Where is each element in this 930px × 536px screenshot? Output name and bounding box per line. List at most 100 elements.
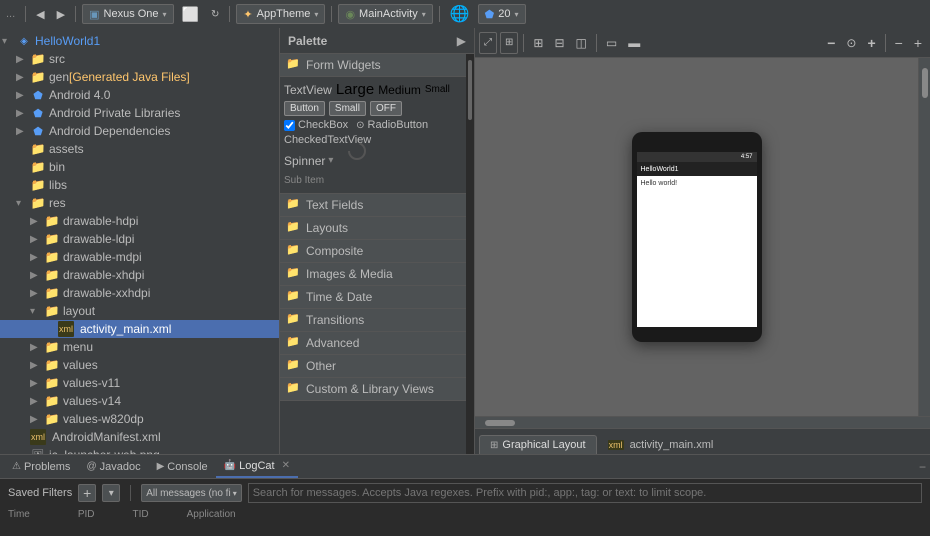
tab-logcat[interactable]: 🤖 LogCat ✕ <box>216 455 298 478</box>
fw-spinner-widget[interactable]: Spinner ▾ <box>284 154 333 168</box>
tree-item-gen[interactable]: ▶ 📁 gen [Generated Java Files] <box>0 68 279 86</box>
rotate-btn[interactable]: ↻ <box>207 3 223 25</box>
tree-item-private-libs[interactable]: ▶ ⬟ Android Private Libraries <box>0 104 279 122</box>
tab-activity-main-xml[interactable]: xml activity_main.xml <box>597 435 725 454</box>
palette-section-transitions[interactable]: 📁 Transitions <box>280 309 466 332</box>
zoom-out-btn[interactable]: − <box>823 32 839 54</box>
activity-xml-icon: xml <box>608 440 624 450</box>
design-canvas[interactable]: 4:57 HelloWorld1 Hello world! <box>475 58 918 416</box>
logcat-search-input[interactable] <box>248 483 922 503</box>
theme-dropdown[interactable]: ✦ AppTheme ▾ <box>236 4 325 24</box>
tree-item-activity-main[interactable]: ▶ xml activity_main.xml <box>0 320 279 338</box>
tree-item-values-w820dp[interactable]: ▶ 📁 values-w820dp <box>0 410 279 428</box>
palette-content: 📁 Form Widgets TextView Large Medium Sma… <box>280 54 466 454</box>
design-vscrollbar[interactable] <box>918 58 930 416</box>
tree-item-manifest[interactable]: ▶ xml AndroidManifest.xml <box>0 428 279 446</box>
palette-section-form-widgets[interactable]: 📁 Form Widgets <box>280 54 466 77</box>
language-btn[interactable]: 🌐 <box>446 3 474 25</box>
add-filter-btn[interactable]: + <box>78 484 96 502</box>
tab-graphical-layout[interactable]: ⊞ Graphical Layout <box>479 435 597 454</box>
tree-item-values-v11[interactable]: ▶ 📁 values-v11 <box>0 374 279 392</box>
res-arrow: ▾ <box>16 198 30 209</box>
android-deps-arrow: ▶ <box>16 126 30 137</box>
zoom-in-btn[interactable]: + <box>863 32 879 54</box>
tree-item-layout[interactable]: ▾ 📁 layout <box>0 302 279 320</box>
fw-off-toggle[interactable]: OFF <box>370 101 402 116</box>
tree-item-menu[interactable]: ▶ 📁 menu <box>0 338 279 356</box>
tree-item-assets[interactable]: ▶ 📁 assets <box>0 140 279 158</box>
palette-section-advanced[interactable]: 📁 Advanced <box>280 332 466 355</box>
palette-section-layouts[interactable]: 📁 Layouts <box>280 217 466 240</box>
design-sep3 <box>885 34 886 52</box>
tree-item-res[interactable]: ▾ 📁 res <box>0 194 279 212</box>
interactions-btn[interactable]: ◫ <box>572 32 591 54</box>
api-dropdown[interactable]: ⬟ 20 ▾ <box>478 4 526 24</box>
android-icon: ⬟ <box>485 8 495 21</box>
design-toolbar: ⤢ ⊞ ⊞ ⊟ ◫ ▭ ▬ − ⊙ + − + <box>475 28 930 58</box>
src-folder-icon: 📁 <box>30 51 46 67</box>
fw-button-widget[interactable]: Button <box>284 101 325 116</box>
screen-icon-btn[interactable]: ⬜ <box>178 3 203 25</box>
zoom-in2-btn[interactable]: + <box>910 32 926 54</box>
palette-title: Palette <box>288 34 327 48</box>
activity-dropdown[interactable]: ◉ MainActivity ▾ <box>338 4 432 24</box>
fw-small-btn-widget[interactable]: Small <box>329 101 366 116</box>
tree-item-values-v14[interactable]: ▶ 📁 values-v14 <box>0 392 279 410</box>
palette-section-composite[interactable]: 📁 Composite <box>280 240 466 263</box>
palette-collapse-btn[interactable]: ▶ <box>457 34 466 48</box>
zoom-out2-btn[interactable]: − <box>891 32 907 54</box>
device-dropdown[interactable]: ▣ Nexus One ▾ <box>82 4 173 24</box>
tree-item-src[interactable]: ▶ 📁 src <box>0 50 279 68</box>
forward-btn[interactable]: ▶ <box>53 3 69 25</box>
all-messages-btn[interactable]: All messages (no fi ▾ <box>141 484 242 502</box>
design-hscrollbar[interactable] <box>475 416 930 428</box>
tree-item-drawable-mdpi[interactable]: ▶ 📁 drawable-mdpi <box>0 248 279 266</box>
layout-decorations-btn[interactable]: ⊟ <box>550 32 568 54</box>
design-view: ⤢ ⊞ ⊞ ⊟ ◫ ▭ ▬ − ⊙ + − + <box>475 28 930 454</box>
android40-label: Android 4.0 <box>49 88 110 102</box>
logcat-label: LogCat <box>239 460 274 472</box>
tree-root[interactable]: ▾ ◈ HelloWorld1 <box>0 32 279 50</box>
design-hscroll-thumb <box>485 420 515 426</box>
fit-screen-btn[interactable]: ⤢ <box>479 32 497 54</box>
palette-section-other[interactable]: 📁 Other <box>280 355 466 378</box>
tree-item-launcher[interactable]: ▶ 🖼 ic_launcher-web.png <box>0 446 279 454</box>
bottom-panel-tabs: ⚠ Problems @ Javadoc ▶ Console 🤖 LogCat … <box>0 455 930 479</box>
fw-radiobutton-widget[interactable]: ⊙ RadioButton <box>356 119 428 131</box>
tree-item-bin[interactable]: ▶ 📁 bin <box>0 158 279 176</box>
tree-item-drawable-ldpi[interactable]: ▶ 📁 drawable-ldpi <box>0 230 279 248</box>
palette-vscrollbar[interactable] <box>466 54 474 454</box>
back-btn[interactable]: ◀ <box>32 3 48 25</box>
tree-item-libs[interactable]: ▶ 📁 libs <box>0 176 279 194</box>
tab-problems[interactable]: ⚠ Problems <box>4 455 78 478</box>
palette-section-images-media[interactable]: 📁 Images & Media <box>280 263 466 286</box>
tree-item-values[interactable]: ▶ 📁 values <box>0 356 279 374</box>
palette-vscroll-thumb <box>468 60 472 120</box>
zoom-fit-btn[interactable]: ⊙ <box>842 32 860 54</box>
palette-section-time-date[interactable]: 📁 Time & Date <box>280 286 466 309</box>
toolbar-separator-3 <box>229 6 230 22</box>
phone-content: Hello world! <box>637 176 757 191</box>
tree-item-android40[interactable]: ▶ ⬟ Android 4.0 <box>0 86 279 104</box>
fw-checkbox-input[interactable] <box>284 120 295 131</box>
logcat-close-btn[interactable]: ✕ <box>282 460 290 471</box>
bottom-content: Saved Filters + ▾ All messages (no fi ▾ … <box>0 479 930 536</box>
palette-section-text-fields[interactable]: 📁 Text Fields <box>280 194 466 217</box>
design-vscroll-thumb <box>922 68 928 98</box>
panel-minimize-btn[interactable]: − <box>919 460 926 474</box>
tree-item-drawable-xhdpi[interactable]: ▶ 📁 drawable-xhdpi <box>0 266 279 284</box>
composite-label: Composite <box>306 244 363 258</box>
landscape-btn[interactable]: ▬ <box>624 32 644 54</box>
grid-btn[interactable]: ⊞ <box>529 32 547 54</box>
palette-section-custom[interactable]: 📁 Custom & Library Views <box>280 378 466 401</box>
filter-dropdown-btn[interactable]: ▾ <box>102 484 120 502</box>
fw-radio-dot: ⊙ <box>356 120 364 131</box>
tab-console[interactable]: ▶ Console <box>149 455 216 478</box>
render-btn[interactable]: ⊞ <box>500 32 518 54</box>
tree-item-drawable-xxhdpi[interactable]: ▶ 📁 drawable-xxhdpi <box>0 284 279 302</box>
tree-item-android-deps[interactable]: ▶ ⬟ Android Dependencies <box>0 122 279 140</box>
tab-javadoc[interactable]: @ Javadoc <box>78 455 148 478</box>
fw-checkbox-widget[interactable]: CheckBox <box>284 119 348 131</box>
portrait-btn[interactable]: ▭ <box>602 32 621 54</box>
tree-item-drawable-hdpi[interactable]: ▶ 📁 drawable-hdpi <box>0 212 279 230</box>
